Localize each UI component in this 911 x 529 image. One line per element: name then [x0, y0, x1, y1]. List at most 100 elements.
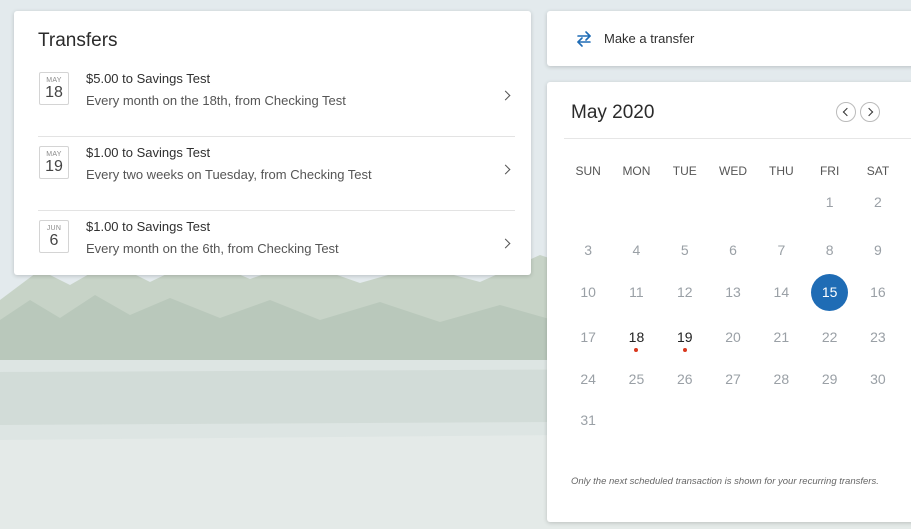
day-number: 14	[773, 284, 790, 300]
calendar-day-13[interactable]: 13	[709, 274, 757, 310]
transfer-amount: $1.00 to Savings Test	[86, 145, 211, 160]
calendar-day-27[interactable]: 27	[709, 361, 757, 397]
calendar-day-9[interactable]: 9	[854, 232, 902, 268]
weekday-label: MON	[622, 164, 651, 178]
day-number: 31	[580, 412, 596, 428]
transfer-item[interactable]: MAY 19 $1.00 to Savings Test Every two w…	[38, 137, 515, 211]
date-badge: JUN 6	[39, 220, 69, 253]
date-day: 19	[45, 158, 63, 175]
day-number: 26	[676, 371, 693, 387]
calendar-day-20[interactable]: 20	[709, 319, 757, 355]
calendar-day-3[interactable]: 3	[564, 232, 612, 268]
next-month-button[interactable]	[860, 102, 880, 122]
make-transfer-label: Make a transfer	[604, 31, 695, 46]
chevron-right-icon	[864, 107, 874, 117]
event-indicator-dot	[682, 348, 687, 352]
calendar-note: Only the next scheduled transaction is s…	[571, 476, 879, 487]
weekday-label: TUE	[672, 164, 697, 178]
transfer-item[interactable]: JUN 6 $1.00 to Savings Test Every month …	[38, 211, 515, 285]
calendar-divider	[564, 138, 911, 139]
calendar-week-row: 31	[564, 402, 911, 438]
day-number: 22	[821, 329, 838, 345]
day-number: 9	[874, 242, 882, 258]
calendar-day-31[interactable]: 31	[564, 402, 612, 438]
calendar-empty-cell	[709, 184, 757, 220]
date-badge: MAY 18	[39, 72, 69, 105]
transfers-card: Transfers MAY 18 $5.00 to Savings Test E…	[14, 11, 531, 275]
weekday-label: THU	[769, 164, 794, 178]
calendar-week-row: 3 4 5 6 7 8 9	[564, 232, 911, 268]
day-number: 25	[628, 371, 645, 387]
day-number: 19	[676, 329, 693, 345]
weekday-header: SUN MON TUE WED THU FRI SAT	[564, 164, 911, 178]
calendar-day-5[interactable]: 5	[661, 232, 709, 268]
calendar-card: May 2020 SUN MON TUE WED THU FRI SAT 123456789…	[547, 82, 911, 522]
calendar-day-21[interactable]: 21	[757, 319, 805, 355]
date-month: MAY	[46, 77, 62, 84]
transfer-description: Every month on the 6th, from Checking Te…	[86, 241, 339, 256]
previous-month-button[interactable]	[836, 102, 856, 122]
calendar-day-30[interactable]: 30	[854, 361, 902, 397]
date-month: JUN	[46, 225, 62, 232]
calendar-day-8[interactable]: 8	[805, 232, 853, 268]
calendar-day-16[interactable]: 16	[854, 274, 902, 310]
day-number: 11	[629, 284, 644, 300]
weekday-label: SUN	[575, 164, 601, 178]
calendar-day-10[interactable]: 10	[564, 274, 612, 310]
weekday-label: FRI	[819, 164, 840, 178]
event-indicator-dot	[634, 348, 639, 352]
calendar-day-6[interactable]: 6	[709, 232, 757, 268]
calendar-day-28[interactable]: 28	[757, 361, 805, 397]
calendar-empty-cell	[661, 402, 709, 438]
calendar-week-row: 17 18 19 20 21 22 23	[564, 319, 911, 355]
calendar-empty-cell	[709, 402, 757, 438]
calendar-day-12[interactable]: 12	[661, 274, 709, 310]
calendar-day-1[interactable]: 1	[805, 184, 853, 220]
day-number: 24	[580, 371, 596, 387]
day-number: 23	[870, 329, 886, 345]
day-number: 6	[729, 242, 737, 258]
day-number: 7	[777, 242, 786, 258]
make-transfer-button[interactable]: Make a transfer	[547, 11, 911, 66]
calendar-day-4[interactable]: 4	[612, 232, 660, 268]
calendar-day-19[interactable]: 19	[661, 319, 709, 355]
calendar-empty-cell	[854, 402, 902, 438]
transfer-amount: $5.00 to Savings Test	[86, 71, 211, 86]
day-number: 15	[811, 273, 849, 311]
transfers-title: Transfers	[38, 30, 118, 51]
calendar-day-17[interactable]: 17	[564, 319, 612, 355]
calendar-empty-cell	[564, 184, 612, 220]
calendar-day-25[interactable]: 25	[612, 361, 660, 397]
day-number: 20	[725, 329, 741, 345]
calendar-day-2[interactable]: 2	[854, 184, 902, 220]
calendar-empty-cell	[661, 184, 709, 220]
calendar-day-24[interactable]: 24	[564, 361, 612, 397]
calendar-empty-cell	[757, 402, 805, 438]
day-number: 2	[874, 194, 882, 210]
calendar-empty-cell	[612, 184, 660, 220]
calendar-day-18[interactable]: 18	[612, 319, 660, 355]
calendar-day-26[interactable]: 26	[661, 361, 709, 397]
calendar-day-7[interactable]: 7	[757, 232, 805, 268]
day-number: 21	[773, 329, 790, 345]
day-number: 10	[580, 284, 596, 300]
calendar-day-23[interactable]: 23	[854, 319, 902, 355]
date-day: 6	[49, 232, 59, 249]
calendar-day-11[interactable]: 11	[612, 274, 660, 310]
calendar-day-22[interactable]: 22	[805, 319, 853, 355]
day-number: 13	[725, 284, 741, 300]
day-number: 5	[680, 242, 689, 258]
calendar-day-15[interactable]: 15	[805, 273, 853, 311]
calendar-day-29[interactable]: 29	[805, 361, 853, 397]
day-number: 3	[584, 242, 593, 258]
calendar-week-row: 24 25 26 27 28 29 30	[564, 361, 911, 397]
date-badge: MAY 19	[39, 146, 69, 179]
day-number: 1	[825, 194, 834, 210]
swap-arrows-icon	[574, 29, 594, 49]
calendar-week-row: 10 11 12 13 14 15 16	[564, 273, 911, 311]
day-number: 16	[870, 284, 886, 300]
calendar-day-14[interactable]: 14	[757, 274, 805, 310]
transfer-amount: $1.00 to Savings Test	[86, 219, 211, 234]
transfer-description: Every two weeks on Tuesday, from Checkin…	[86, 167, 372, 182]
transfer-item[interactable]: MAY 18 $5.00 to Savings Test Every month…	[38, 63, 515, 137]
